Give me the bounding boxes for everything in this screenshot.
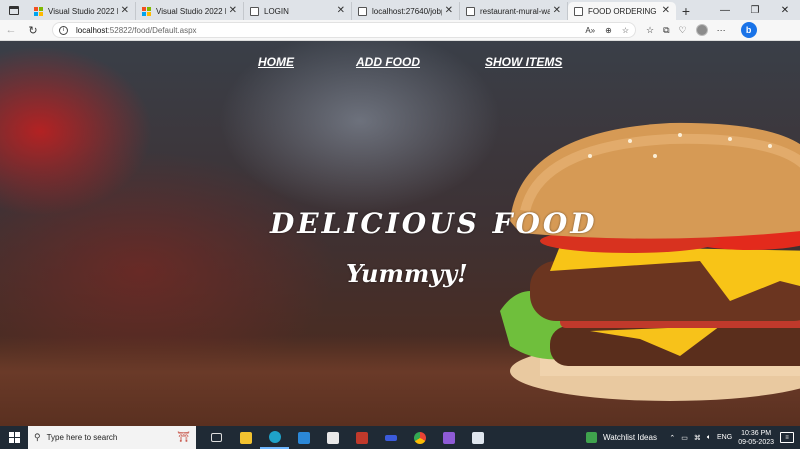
store-button[interactable] xyxy=(318,426,347,449)
stock-chart-icon xyxy=(586,432,597,443)
new-tab-button[interactable]: + xyxy=(676,2,696,20)
url-path: :52822/food/Default.aspx xyxy=(107,25,197,35)
document-app-icon xyxy=(471,431,484,444)
search-icon: ⚲ xyxy=(34,432,41,442)
infinity-app-icon xyxy=(384,434,397,441)
folder-icon xyxy=(239,431,252,444)
browser-essentials-icon[interactable]: ♡ xyxy=(679,25,687,36)
toolbar-icons: ☆ ⧉ ♡ ⋯ b xyxy=(646,22,757,38)
notification-icon[interactable]: ≡ xyxy=(780,432,794,443)
browser-tab-2[interactable]: Visual Studio 2022 Re ✕ xyxy=(136,2,244,20)
browser-tab-1[interactable]: Visual Studio 2022 Re ✕ xyxy=(28,2,136,20)
task-view-icon xyxy=(211,433,222,442)
volume-icon[interactable]: 🔈︎ xyxy=(707,434,711,442)
tab-close-icon[interactable]: ✕ xyxy=(337,6,345,16)
file-explorer-button[interactable] xyxy=(231,426,260,449)
back-button[interactable]: ← xyxy=(0,20,22,41)
app-icon xyxy=(355,431,368,444)
visual-studio-button[interactable] xyxy=(434,426,463,449)
minimize-button[interactable]: — xyxy=(710,0,740,20)
zoom-icon[interactable]: ⊕ xyxy=(605,26,612,35)
chevron-up-icon[interactable]: ⌃ xyxy=(669,434,675,442)
page-icon xyxy=(574,6,583,16)
task-view-button[interactable] xyxy=(202,426,231,449)
browser-tab-4[interactable]: localhost:27640/jobpo ✕ xyxy=(352,2,460,20)
taskbar-search-box[interactable]: ⚲ Type here to search ⛩ xyxy=(28,426,196,449)
clock-time: 10:36 PM xyxy=(741,429,772,437)
page-viewport: HOME ADD FOOD SHOW ITEMS DELICIOUS FOOD … xyxy=(0,41,800,426)
more-options-icon[interactable]: ⋯ xyxy=(717,25,726,36)
page-icon xyxy=(466,6,475,16)
visual-studio-icon xyxy=(442,431,455,444)
visual-studio-icon xyxy=(34,6,43,16)
app-button-7[interactable] xyxy=(376,426,405,449)
tab-close-icon[interactable]: ✕ xyxy=(445,6,453,16)
tab-title: restaurant-mural-wall xyxy=(480,6,550,16)
visual-studio-icon xyxy=(142,6,151,16)
tab-close-icon[interactable]: ✕ xyxy=(662,6,670,16)
tab-title: Visual Studio 2022 Re xyxy=(156,6,226,16)
url-actions: A» ⊕ ☆ xyxy=(585,26,629,35)
hero-headline: DELICIOUS FOOD xyxy=(270,207,598,240)
battery-icon[interactable]: ▭ xyxy=(681,434,688,442)
address-toolbar: ← ↻ i localhost:52822/food/Default.aspx … xyxy=(0,20,800,41)
tab-close-icon[interactable]: ✕ xyxy=(121,6,129,16)
clock-date: 09-05-2023 xyxy=(738,438,774,446)
tab-actions-menu-button[interactable] xyxy=(0,0,28,20)
tab-title: localhost:27640/jobpo xyxy=(372,6,442,16)
tab-title: Visual Studio 2022 Re xyxy=(48,6,118,16)
tab-actions-icon xyxy=(9,5,19,15)
profile-avatar[interactable] xyxy=(695,24,708,36)
start-button[interactable] xyxy=(0,426,28,449)
close-button[interactable]: ✕ xyxy=(770,0,800,20)
browser-tab-5[interactable]: restaurant-mural-wall ✕ xyxy=(460,2,568,20)
page-icon xyxy=(358,6,367,16)
app-button-6[interactable] xyxy=(347,426,376,449)
tab-title: LOGIN xyxy=(264,6,289,16)
browser-tab-strip: Visual Studio 2022 Re ✕ Visual Studio 20… xyxy=(0,0,800,20)
network-icon[interactable]: ⌘ xyxy=(694,434,701,442)
store-icon xyxy=(326,431,339,444)
watchlist-label: Watchlist Ideas xyxy=(603,433,657,442)
browser-tab-3[interactable]: LOGIN ✕ xyxy=(244,2,352,20)
nav-link-show-items[interactable]: SHOW ITEMS xyxy=(485,55,562,69)
maximize-button[interactable]: ❐ xyxy=(740,0,770,20)
favorites-icon[interactable]: ☆ xyxy=(646,25,654,36)
collections-icon[interactable]: ⧉ xyxy=(663,25,669,36)
favorite-star-icon[interactable]: ☆ xyxy=(622,26,629,35)
nav-link-home[interactable]: HOME xyxy=(258,55,294,69)
burger-image xyxy=(500,122,800,401)
tab-close-icon[interactable]: ✕ xyxy=(229,6,237,16)
tab-close-icon[interactable]: ✕ xyxy=(553,6,561,16)
system-tray: ⌃ ▭ ⌘ 🔈︎ ENG 10:36 PM 09-05-2023 ≡ xyxy=(669,429,800,447)
read-aloud-icon[interactable]: A» xyxy=(585,26,595,35)
app-button-10[interactable] xyxy=(463,426,492,449)
windows-logo-icon xyxy=(8,432,20,443)
language-indicator[interactable]: ENG xyxy=(717,434,732,441)
search-highlight-icon: ⛩ xyxy=(177,432,190,443)
watchlist-widget[interactable]: Watchlist Ideas xyxy=(586,432,657,443)
url-host: localhost xyxy=(76,25,108,35)
taskbar-apps xyxy=(202,426,492,449)
hero-subline: Yummyy! xyxy=(346,259,468,288)
clock[interactable]: 10:36 PM 09-05-2023 xyxy=(738,429,774,447)
tab-title: FOOD ORDERING SYS xyxy=(588,6,659,16)
address-field[interactable]: i localhost:52822/food/Default.aspx A» ⊕… xyxy=(52,22,636,38)
chrome-button[interactable] xyxy=(405,426,434,449)
refresh-button[interactable]: ↻ xyxy=(22,20,44,41)
site-info-icon[interactable]: i xyxy=(59,25,68,35)
mail-icon xyxy=(297,431,310,444)
nav-link-add-food[interactable]: ADD FOOD xyxy=(356,55,420,69)
bing-chat-icon[interactable]: b xyxy=(740,22,757,38)
mail-button[interactable] xyxy=(289,426,318,449)
chrome-icon xyxy=(413,431,426,444)
edge-icon xyxy=(268,430,281,443)
browser-tab-active[interactable]: FOOD ORDERING SYS ✕ xyxy=(568,2,676,20)
window-controls: — ❐ ✕ xyxy=(710,0,800,20)
search-placeholder: Type here to search xyxy=(46,433,118,442)
page-icon xyxy=(250,6,259,16)
edge-browser-button[interactable] xyxy=(260,426,289,449)
windows-taskbar: ⚲ Type here to search ⛩ Watchlist Ideas … xyxy=(0,426,800,449)
